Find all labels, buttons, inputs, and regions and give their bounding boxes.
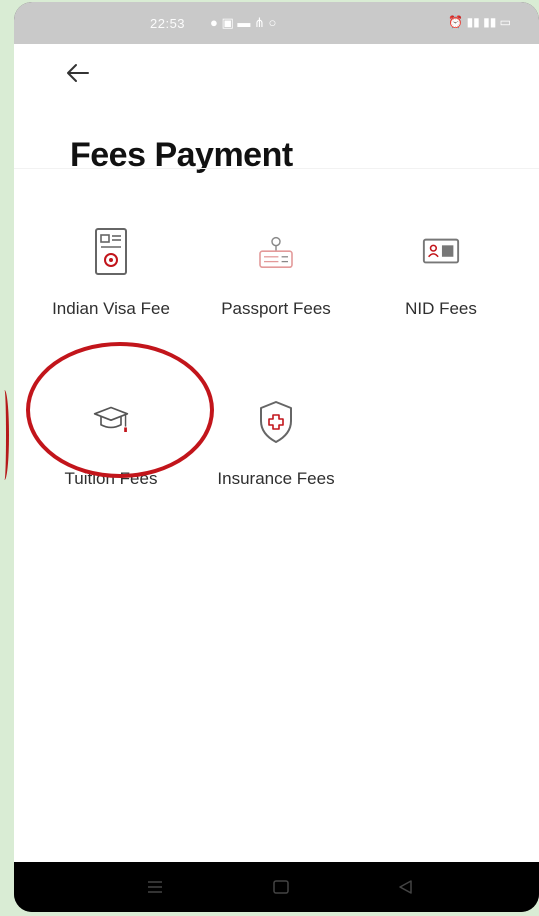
- id-card-icon: [421, 226, 461, 278]
- status-system-icons: ⏰ ▮▮ ▮▮ ▭: [448, 15, 511, 29]
- triangle-back-icon: [399, 880, 412, 894]
- tile-nid-fees[interactable]: NID Fees: [356, 226, 526, 346]
- menu-lines-icon: [148, 881, 162, 893]
- tile-insurance-fees[interactable]: Insurance Fees: [191, 396, 361, 516]
- status-bar: 22:53 ● ▣ ▬ ⋔ ○ ⏰ ▮▮ ▮▮ ▭: [14, 2, 539, 44]
- home-button[interactable]: [268, 876, 294, 898]
- shield-plus-icon: [256, 396, 296, 448]
- tile-tuition-fees[interactable]: Tuition Fees: [26, 396, 196, 516]
- square-icon: [273, 880, 289, 894]
- annotation-side-mark: [0, 390, 9, 480]
- back-button[interactable]: [62, 58, 92, 88]
- back-nav-button[interactable]: [392, 876, 418, 898]
- tile-passport-fees[interactable]: Passport Fees: [191, 226, 361, 346]
- tile-label: Tuition Fees: [64, 469, 158, 488]
- header-divider: [14, 168, 539, 169]
- visa-document-icon: [91, 226, 131, 278]
- tile-label: Indian Visa Fee: [52, 299, 170, 318]
- passport-icon: [256, 226, 296, 278]
- recents-button[interactable]: [142, 876, 168, 898]
- page-title: Fees Payment: [70, 136, 293, 174]
- tile-label: Insurance Fees: [217, 469, 335, 488]
- phone-frame: 22:53 ● ▣ ▬ ⋔ ○ ⏰ ▮▮ ▮▮ ▭ Fees Payment I…: [14, 2, 539, 912]
- tile-label: Passport Fees: [221, 299, 331, 318]
- status-notification-icons: ● ▣ ▬ ⋔ ○: [210, 15, 277, 30]
- app-screen: Fees Payment Indian Visa Fee Passport Fe…: [14, 44, 539, 862]
- back-arrow-icon: [67, 64, 89, 82]
- navigation-bar: [14, 862, 539, 912]
- status-time: 22:53: [150, 16, 186, 31]
- tile-label: NID Fees: [405, 299, 477, 318]
- tile-indian-visa-fee[interactable]: Indian Visa Fee: [26, 226, 196, 346]
- graduation-cap-icon: [91, 396, 131, 448]
